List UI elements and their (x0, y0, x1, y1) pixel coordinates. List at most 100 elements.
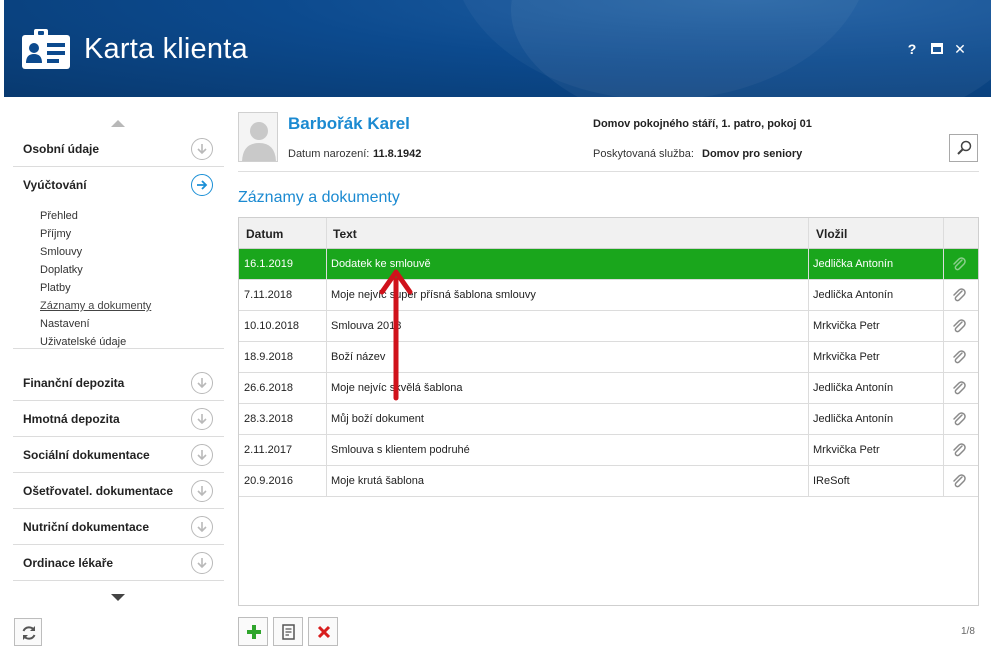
sidebar-item-material-deposits[interactable]: Hmotná depozita (13, 401, 224, 437)
arrow-down-circle-icon[interactable] (191, 372, 213, 394)
sidebar-item-billing[interactable]: Vyúčtování Přehled Příjmy Smlouvy Doplat… (13, 167, 224, 349)
search-icon (957, 140, 972, 155)
cell-author: Mrkvička Petr (813, 320, 880, 332)
paperclip-icon[interactable] (951, 349, 967, 365)
paperclip-icon[interactable] (951, 256, 967, 272)
table-row[interactable]: 20.9.2016 Moje krutá šablona IReSoft (239, 466, 978, 497)
sidebar-subitem-surcharges[interactable]: Doplatky (40, 264, 83, 276)
sidebar-item-label: Ordinace lékaře (23, 556, 114, 570)
sidebar-subitem-income[interactable]: Příjmy (40, 228, 71, 240)
arrow-down-circle-icon[interactable] (191, 408, 213, 430)
delete-button[interactable] (308, 617, 338, 646)
sidebar-subitem-user-data[interactable]: Uživatelské údaje (40, 336, 126, 348)
close-button[interactable]: ✕ (951, 40, 969, 58)
column-header-date[interactable]: Datum (246, 227, 283, 241)
paperclip-icon[interactable] (951, 411, 967, 427)
maximize-button[interactable] (928, 40, 946, 58)
paperclip-icon[interactable] (951, 287, 967, 303)
cell-text: Moje krutá šablona (331, 475, 424, 487)
title-bar: Karta klienta (4, 0, 991, 97)
refresh-button[interactable] (14, 618, 42, 646)
cell-date: 7.11.2018 (244, 289, 293, 301)
delete-x-icon (317, 625, 331, 639)
table-row[interactable]: 10.10.2018 Smlouva 2018 Mrkvička Petr (239, 311, 978, 342)
sidebar-item-label: Osobní údaje (23, 142, 100, 156)
residence-info: Domov pokojného stáří, 1. patro, pokoj 0… (593, 118, 812, 130)
column-divider (808, 218, 809, 497)
sidebar-subitem-records-documents[interactable]: Záznamy a dokumenty (40, 300, 151, 312)
arrow-down-circle-icon[interactable] (191, 552, 213, 574)
paperclip-icon[interactable] (951, 318, 967, 334)
header-divider (238, 171, 979, 172)
arrow-down-circle-icon[interactable] (191, 480, 213, 502)
section-title: Záznamy a dokumenty (238, 189, 400, 206)
column-header-author[interactable]: Vložil (816, 227, 847, 241)
cell-author: Jedlička Antonín (813, 289, 894, 301)
sidebar-item-financial-deposits[interactable]: Finanční depozita (13, 365, 224, 401)
sidebar-item-label: Ošetřovatel. dokumentace (23, 484, 174, 498)
arrow-down-circle-icon[interactable] (191, 516, 213, 538)
client-search-button[interactable] (949, 134, 978, 162)
table-row[interactable]: 7.11.2018 Moje nejvíc super přísná šablo… (239, 280, 978, 311)
cell-author: Jedlička Antonín (813, 413, 894, 425)
sidebar-item-social-docs[interactable]: Sociální dokumentace (13, 437, 224, 473)
sidebar: Osobní údaje Vyúčtování Přehled Příjmy S… (13, 108, 224, 608)
cell-author: Jedlička Antonín (813, 382, 894, 394)
id-card-icon (22, 29, 70, 69)
cell-date: 20.9.2016 (244, 475, 293, 487)
paperclip-icon[interactable] (951, 442, 967, 458)
column-divider (326, 218, 327, 497)
cell-date: 10.10.2018 (244, 320, 300, 332)
cell-author: Jedlička Antonín (813, 258, 894, 270)
cell-text: Můj boží dokument (331, 413, 424, 425)
sidebar-item-doctors-office[interactable]: Ordinace lékaře (13, 545, 224, 581)
cell-text: Smlouva s klientem podruhé (331, 444, 470, 456)
sidebar-item-label: Nutriční dokumentace (23, 520, 150, 534)
avatar (238, 112, 278, 162)
edit-button[interactable] (273, 617, 303, 646)
plus-icon (247, 625, 261, 639)
service-value: Domov pro seniory (702, 148, 803, 160)
sidebar-subitem-overview[interactable]: Přehled (40, 210, 78, 222)
paperclip-icon[interactable] (951, 473, 967, 489)
client-card-window: Karta klienta ? ✕ Osobní údaje Vyúčtován… (0, 0, 991, 658)
sidebar-item-nursing-docs[interactable]: Ošetřovatel. dokumentace (13, 473, 224, 509)
annotation-arrow-icon (379, 269, 413, 401)
cell-text: Moje nejvíc super přísná šablona smlouvy (331, 289, 536, 301)
sidebar-item-label: Hmotná depozita (23, 412, 120, 426)
document-edit-icon (282, 624, 295, 640)
sidebar-item-label: Vyúčtování (23, 178, 87, 192)
documents-table: Datum Text Vložil 16.1.2019 Dodatek ke s… (238, 217, 979, 606)
refresh-icon (22, 626, 36, 640)
table-row[interactable]: 28.3.2018 Můj boží dokument Jedlička Ant… (239, 404, 978, 435)
dob-label: Datum narození: (288, 148, 370, 160)
table-row[interactable]: 2.11.2017 Smlouva s klientem podruhé Mrk… (239, 435, 978, 466)
cell-date: 2.11.2017 (244, 444, 293, 456)
cell-date: 26.6.2018 (244, 382, 293, 394)
column-header-text[interactable]: Text (333, 227, 357, 241)
arrow-down-circle-icon[interactable] (191, 444, 213, 466)
scroll-down-arrow-icon[interactable] (111, 594, 125, 601)
column-divider (943, 218, 944, 497)
dob-value: 11.8.1942 (373, 148, 422, 160)
sidebar-subitem-settings[interactable]: Nastavení (40, 318, 90, 330)
sidebar-item-label: Sociální dokumentace (23, 448, 150, 462)
sidebar-item-personal[interactable]: Osobní údaje (13, 131, 224, 167)
scroll-up-arrow-icon[interactable] (111, 120, 125, 127)
sidebar-item-label: Finanční depozita (23, 376, 125, 390)
table-row[interactable]: 16.1.2019 Dodatek ke smlouvě Jedlička An… (239, 249, 978, 280)
add-button[interactable] (238, 617, 268, 646)
sidebar-subitem-contracts[interactable]: Smlouvy (40, 246, 82, 258)
help-button[interactable]: ? (903, 40, 921, 58)
pager-indicator: 1/8 (961, 626, 975, 637)
arrow-down-circle-icon[interactable] (191, 138, 213, 160)
arrow-right-circle-icon[interactable] (191, 174, 213, 196)
table-row[interactable]: 18.9.2018 Boží název Mrkvička Petr (239, 342, 978, 373)
sidebar-subitem-payments[interactable]: Platby (40, 282, 71, 294)
cell-author: Mrkvička Petr (813, 444, 880, 456)
paperclip-icon[interactable] (951, 380, 967, 396)
table-header: Datum Text Vložil (239, 218, 978, 249)
table-row[interactable]: 26.6.2018 Moje nejvíc skvělá šablona Jed… (239, 373, 978, 404)
client-name: Barbořák Karel (288, 114, 410, 133)
sidebar-item-nutrition-docs[interactable]: Nutriční dokumentace (13, 509, 224, 545)
